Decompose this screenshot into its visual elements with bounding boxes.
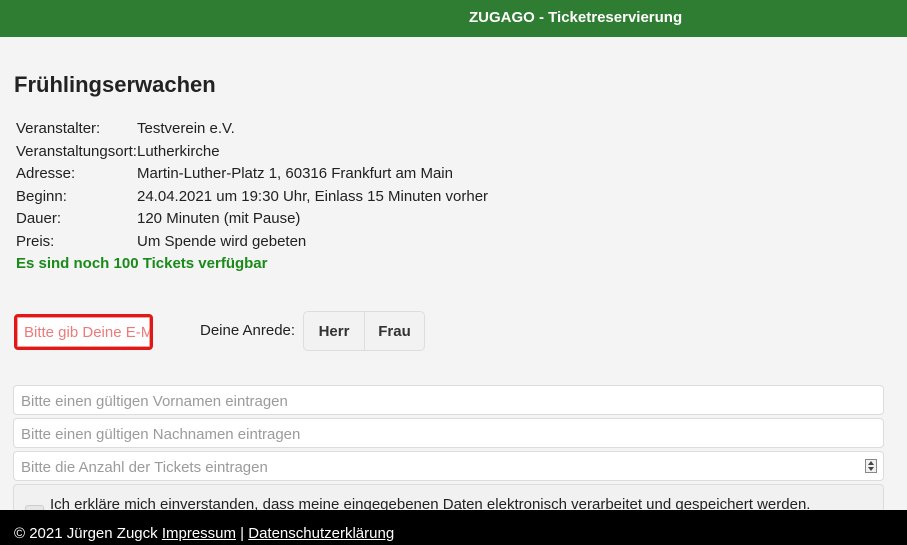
detail-value: 120 Minuten (mit Pause) (137, 210, 301, 227)
detail-label: Preis: (16, 232, 55, 250)
footer-content: © 2021 Jürgen Zugck Impressum | Datensch… (14, 525, 394, 542)
detail-label: Veranstalter: (16, 120, 101, 137)
salutation-frau-button[interactable]: Frau (365, 312, 424, 350)
detail-label: Adresse: (16, 165, 76, 182)
privacy-link[interactable]: Datenschutzerklärung (248, 525, 394, 542)
detail-label: Veranstaltungsort: (16, 142, 137, 160)
salutation-label: Deine Anrede: (200, 322, 296, 339)
tickets-field[interactable]: Bitte die Anzahl der Tickets eintragen (13, 451, 884, 481)
app-title: ZUGAGO - Ticketreservierung (469, 9, 683, 26)
availability-text: Es sind noch 100 Tickets verfügbar (16, 255, 268, 272)
copyright-text: © 2021 Jürgen Zugck (14, 525, 158, 542)
detail-row-duration: Dauer: 120 Minuten (mit Pause) (16, 209, 488, 232)
detail-label: Dauer: (16, 210, 62, 227)
detail-value: Um Spende wird gebeten (137, 232, 307, 250)
firstname-placeholder: Bitte einen gültigen Vornamen eintragen (21, 393, 288, 410)
footer: © 2021 Jürgen Zugck Impressum | Datensch… (0, 510, 907, 545)
detail-value: Lutherkirche (137, 142, 220, 160)
detail-row-address: Adresse: Martin-Luther-Platz 1, 60316 Fra… (16, 164, 488, 187)
detail-value: 24.04.2021 um 19:30 Uhr, Einlass 15 Minu… (137, 187, 489, 205)
tickets-placeholder: Bitte die Anzahl der Tickets eintragen (21, 459, 268, 476)
salutation-toggle: Herr Frau (303, 311, 425, 351)
event-title: Frühlingserwachen (14, 72, 216, 97)
detail-row-organizer: Veranstalter: Testverein e.V. (16, 119, 488, 142)
app-header: ZUGAGO - Ticketreservierung (0, 0, 907, 37)
detail-value: Testverein e.V. (137, 120, 235, 137)
salutation-herr-button[interactable]: Herr (304, 312, 365, 350)
footer-separator: | (240, 525, 245, 542)
detail-row-price: Preis: Um Spende wird gebeten (16, 232, 488, 255)
number-spinner[interactable] (865, 459, 877, 473)
detail-value: Martin-Luther-Platz 1, 60316 Frankfurt a… (137, 165, 453, 182)
lastname-placeholder: Bitte einen gültigen Nachnamen eintragen (21, 426, 301, 443)
email-input[interactable] (14, 314, 153, 350)
firstname-field[interactable]: Bitte einen gültigen Vornamen eintragen (13, 385, 884, 415)
spinner-down-icon[interactable] (868, 467, 874, 471)
detail-label: Beginn: (16, 187, 67, 205)
impressum-link[interactable]: Impressum (162, 525, 236, 542)
spinner-up-icon[interactable] (868, 461, 874, 465)
event-details: Veranstalter: Testverein e.V. Veranstaltu… (16, 119, 488, 277)
detail-row-start: Beginn: 24.04.2021 um 19:30 Uhr, Einlass … (16, 187, 488, 210)
detail-row-venue: Veranstaltungsort:Lutherkirche (16, 142, 488, 165)
lastname-field[interactable]: Bitte einen gültigen Nachnamen eintragen (13, 418, 884, 448)
